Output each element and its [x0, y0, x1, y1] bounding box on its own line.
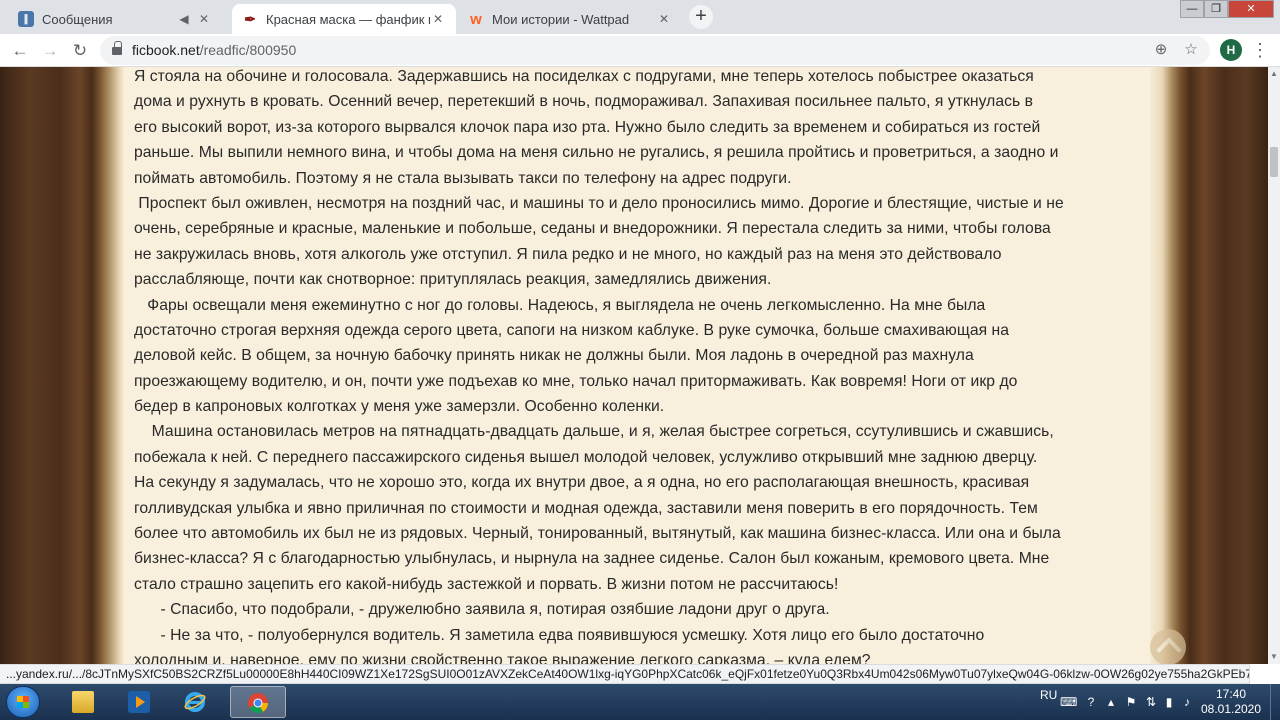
page-scrollbar[interactable]: ▲ ▼	[1268, 67, 1280, 664]
tab-title: Сообщения	[42, 11, 113, 27]
story-line: Проспект был оживлен, несмотря на поздни…	[134, 194, 1064, 212]
story-line: холодным и, наверное, ему по жизни свойс…	[134, 651, 871, 664]
story-line: очень, серебряные и красные, маленькие и…	[134, 220, 1051, 238]
story-line: расслабляюще, почти как снотворное: прит…	[134, 271, 772, 289]
taskbar: RU ⌨ ? ▴ ⚑ ⇅ ▮ ♪ 17:40 08.01.2020	[0, 684, 1280, 720]
story-line: поймать автомобиль. Поэтому я не стала в…	[134, 169, 792, 187]
start-button[interactable]	[6, 686, 40, 718]
story-line: Фары освещали меня ежеминутно с ног до г…	[134, 296, 986, 314]
profile-avatar[interactable]: H	[1220, 39, 1242, 61]
tab-title: Мои истории - Wattpad	[492, 11, 630, 27]
bookmark-star-icon[interactable]: ☆	[1182, 41, 1200, 59]
url-host: ficbook.net	[132, 42, 200, 58]
story-line: раньше. Мы выпили немного вина, и чтобы …	[134, 144, 1059, 162]
close-tab-icon[interactable]: ✕	[430, 12, 446, 26]
menu-icon[interactable]: ⋮	[1250, 39, 1270, 61]
story-line: бедер в капроновых колготках у меня уже …	[134, 398, 665, 416]
zoom-icon[interactable]: ⊕	[1152, 41, 1170, 59]
internet-explorer-icon	[184, 691, 206, 713]
sync-icon[interactable]: ⇅	[1144, 695, 1158, 709]
link-status-bubble: ...yandex.ru/.../8cJTnMySXfC50BS2CRZf5Lu…	[0, 664, 1250, 684]
taskbar-chrome[interactable]	[230, 686, 286, 718]
tab-strip: ∥ Сообщения ◀ ✕ ✒ Красная маска — фанфик…	[0, 0, 1280, 34]
story-line: голливудская улыбка и явно приличная по …	[134, 499, 1038, 517]
show-desktop-button[interactable]	[1270, 684, 1280, 720]
language-label: RU	[1040, 688, 1058, 702]
close-tab-icon[interactable]: ✕	[196, 12, 212, 26]
forward-icon[interactable]: →	[38, 39, 62, 63]
back-icon[interactable]: ←	[8, 39, 32, 63]
tab-wattpad[interactable]: w Мои истории - Wattpad ✕	[458, 4, 682, 34]
flag-icon[interactable]: ⚑	[1124, 695, 1138, 709]
story-content: Я стояла на обочине и голосовала. Задерж…	[124, 67, 1150, 664]
story-line: более что автомобиль их был не из рядовы…	[134, 525, 1061, 543]
tab-ficbook[interactable]: ✒ Красная маска — фанфик по ф ✕	[232, 4, 456, 34]
story-line: дома и рухнуть в кровать. Осенний вечер,…	[134, 93, 1034, 111]
minimize-button[interactable]: —	[1180, 0, 1204, 18]
lock-icon[interactable]	[112, 41, 122, 56]
page-background: Я стояла на обочине и голосовала. Задерж…	[0, 67, 1268, 664]
wood-frame-right	[1150, 67, 1268, 664]
volume-icon[interactable]: ♪	[1180, 695, 1194, 709]
tab-messages[interactable]: ∥ Сообщения ◀ ✕	[8, 4, 222, 34]
keyboard-icon[interactable]: ⌨	[1060, 695, 1077, 709]
close-window-button[interactable]: ✕	[1228, 0, 1274, 18]
scroll-down-icon[interactable]: ▼	[1270, 652, 1278, 662]
scroll-top-icon[interactable]	[1150, 629, 1186, 664]
story-line: проезжающему водителю, и он, почти уже п…	[134, 372, 1018, 390]
scroll-thumb[interactable]	[1270, 147, 1278, 177]
chrome-icon	[247, 692, 269, 714]
taskbar-internet-explorer[interactable]	[168, 686, 224, 718]
browser-toolbar: ← → ↻ ficbook.net/readfic/800950 ⊕ ☆ H ⋮	[0, 34, 1280, 67]
clock-date: 08.01.2020	[1200, 702, 1262, 716]
taskbar-explorer[interactable]	[56, 686, 112, 718]
media-player-icon	[128, 691, 150, 713]
address-bar[interactable]: ficbook.net/readfic/800950 ⊕ ☆	[100, 36, 1210, 65]
story-line: Машина остановилась метров на пятнадцать…	[134, 423, 1054, 441]
tab-title: Красная маска — фанфик по ф	[266, 11, 430, 27]
story-line: побежала к ней. С переднего пассажирског…	[134, 448, 1038, 466]
story-line: его высокий ворот, из-за которого вырвал…	[134, 118, 1041, 136]
story-line: Я стояла на обочине и голосовала. Задерж…	[134, 68, 1034, 85]
story-line: стало страшно зацепить его какой-нибудь …	[134, 575, 839, 593]
vk-icon: ∥	[18, 11, 34, 27]
reload-icon[interactable]: ↻	[68, 39, 92, 63]
story-text: Я стояла на обочине и голосовала. Задерж…	[134, 67, 1144, 664]
story-line: - Спасибо, что подобрали, - дружелюбно з…	[134, 601, 830, 619]
story-line: - Не за что, - полуобернулся водитель. Я…	[134, 626, 985, 644]
clock-time: 17:40	[1215, 687, 1247, 701]
new-tab-button[interactable]: +	[689, 5, 713, 29]
story-line: не закружилась вновь, хотя алкоголь уже …	[134, 245, 1002, 263]
url-path: /readfic/800950	[199, 42, 297, 58]
clock[interactable]: 17:40 08.01.2020	[1196, 687, 1266, 717]
ficbook-icon: ✒	[244, 10, 256, 27]
scroll-up-icon[interactable]: ▲	[1270, 69, 1278, 79]
close-tab-icon[interactable]: ✕	[656, 12, 672, 26]
wattpad-icon: w	[470, 10, 482, 28]
help-icon[interactable]: ?	[1084, 695, 1098, 709]
story-line: деловой кейс. В общем, за ночную бабочку…	[134, 347, 974, 365]
story-line: На секунду я задумалась, что не хорошо э…	[134, 474, 1030, 492]
taskbar-media-player[interactable]	[112, 686, 168, 718]
maximize-button[interactable]: ❐	[1204, 0, 1228, 18]
tray-arrow-icon[interactable]: ▴	[1104, 695, 1118, 709]
folder-icon	[72, 691, 94, 713]
network-icon[interactable]: ▮	[1162, 695, 1176, 709]
story-line: достаточно строгая верхняя одежда серого…	[134, 321, 1010, 339]
speaker-icon[interactable]: ◀	[176, 12, 192, 26]
url-text[interactable]: ficbook.net/readfic/800950	[132, 42, 296, 58]
story-line: бизнес-класса? Я с благодарностью улыбну…	[134, 550, 1050, 568]
